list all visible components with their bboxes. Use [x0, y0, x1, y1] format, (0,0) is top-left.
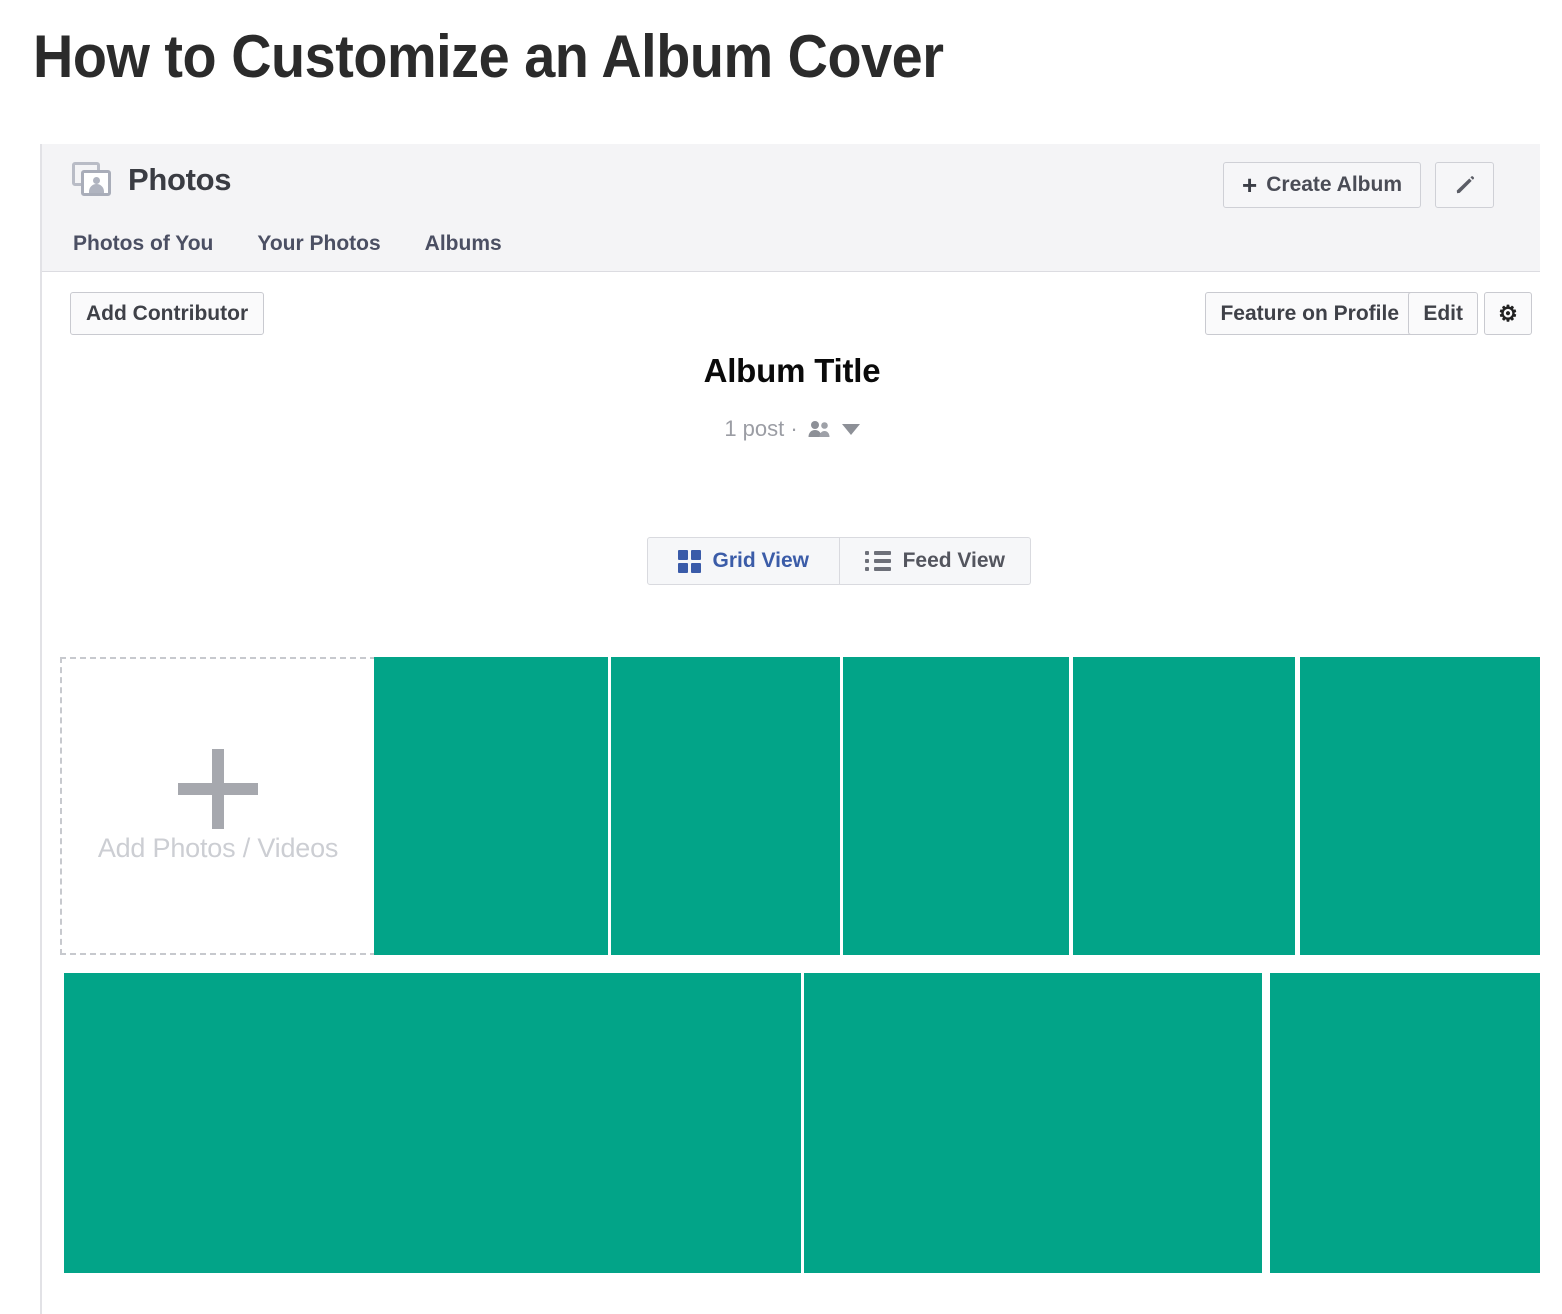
page-title: How to Customize an Album Cover — [33, 23, 944, 90]
photo-tile[interactable] — [1300, 657, 1540, 955]
photo-tile[interactable] — [1270, 973, 1540, 1273]
photo-tile[interactable] — [804, 973, 1262, 1273]
add-photos-tile[interactable]: Add Photos / Videos — [60, 657, 376, 955]
photo-tile[interactable] — [374, 657, 608, 955]
photo-grid: Add Photos / Videos — [42, 144, 1540, 1314]
photo-tile[interactable] — [611, 657, 840, 955]
photo-tile[interactable] — [537, 973, 801, 1273]
facebook-photos-screenshot: Photos Photos of You Your Photos Albums … — [40, 144, 1540, 1314]
photo-tile[interactable] — [843, 657, 1069, 955]
plus-icon — [178, 748, 258, 829]
photo-tile[interactable] — [1073, 657, 1295, 955]
photo-tile[interactable] — [64, 973, 544, 1273]
add-photos-label: Add Photos / Videos — [97, 832, 339, 863]
